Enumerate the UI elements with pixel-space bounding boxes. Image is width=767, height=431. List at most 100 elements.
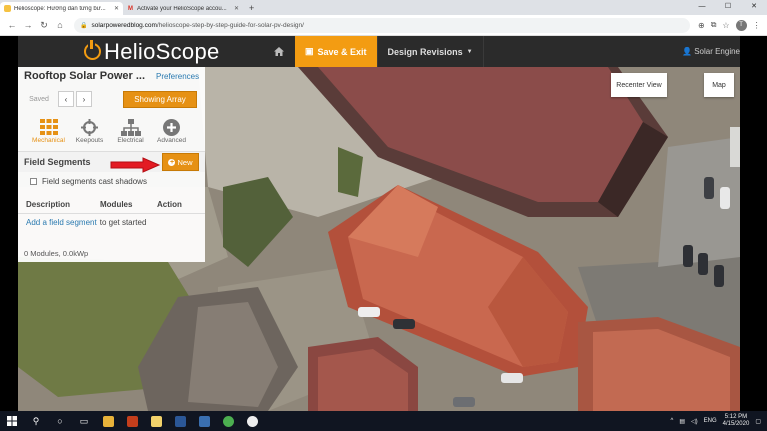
menu-kebab-icon[interactable]: ⋮ xyxy=(753,21,761,30)
search-icon[interactable]: ⚲ xyxy=(24,411,48,431)
security-app-icon[interactable] xyxy=(240,411,264,431)
tab-close-icon[interactable]: ✕ xyxy=(114,5,119,12)
cast-shadows-label: Field segments cast shadows xyxy=(42,176,147,186)
system-tray: ^ ▤ ◁) ENG 5:12 PM 4/15/2020 ▢ xyxy=(670,414,767,428)
volume-icon[interactable]: ◁) xyxy=(691,418,698,425)
tab-label: Electrical xyxy=(117,137,144,144)
reload-icon[interactable]: ↻ xyxy=(36,20,52,31)
cast-shadows-checkbox[interactable] xyxy=(30,177,37,185)
gmail-icon: M xyxy=(128,5,133,12)
chrome-icon[interactable] xyxy=(216,411,240,431)
tab-label: Keepouts xyxy=(75,137,104,144)
add-field-segment-link[interactable]: Add a field segment xyxy=(26,218,97,227)
task-switch-icon[interactable]: ▭ xyxy=(72,411,96,431)
panel-toolbar: Saved ‹ › Showing Array xyxy=(18,85,205,113)
floppy-disk-icon: ▣ xyxy=(305,46,314,56)
helioscope-header: HelioScope ▣ Save & Exit Design Revision… xyxy=(18,36,740,67)
cast-shadows-option[interactable]: Field segments cast shadows xyxy=(18,172,205,190)
home-icon xyxy=(273,47,284,56)
tab-electrical[interactable]: Electrical xyxy=(110,115,151,151)
plus-icon: + xyxy=(168,158,176,166)
notifications-icon[interactable]: ▢ xyxy=(755,418,761,425)
empty-segments-row: Add a field segment to get started xyxy=(18,214,205,230)
zoom-icon[interactable]: ⊕ xyxy=(698,21,705,30)
caret-down-icon: ▼ xyxy=(466,48,473,55)
maximize-button[interactable]: ☐ xyxy=(715,0,741,15)
bookmark-star-icon[interactable]: ☆ xyxy=(722,21,729,30)
back-arrow-icon[interactable]: ← xyxy=(4,20,20,30)
url-path: /helioscope-step-by-step-guide-for-solar… xyxy=(156,21,304,29)
file-explorer-icon[interactable] xyxy=(96,411,120,431)
close-window-button[interactable]: ✕ xyxy=(741,0,767,15)
browser-extensions: ⊕ ⧉ ☆ T ⋮ xyxy=(698,19,761,31)
network-icon[interactable]: ▤ xyxy=(679,418,685,425)
user-menu[interactable]: 👤 Solar Engine xyxy=(682,36,740,67)
modules-summary: 0 Modules, 0.0kWp xyxy=(24,248,89,258)
translate-icon[interactable]: ⧉ xyxy=(711,20,717,30)
helioscope-logo[interactable]: HelioScope xyxy=(84,39,262,65)
panel-header: Rooftop Solar Power ... Preferences xyxy=(18,67,205,85)
url-host: solarpoweredblog.com xyxy=(91,21,157,29)
plus-circle-icon xyxy=(162,118,182,136)
hierarchy-icon xyxy=(120,118,141,136)
undo-button[interactable]: ‹ xyxy=(58,91,74,107)
language-indicator[interactable]: ENG xyxy=(704,418,717,424)
tab-mechanical[interactable]: Mechanical xyxy=(28,115,69,151)
power-logo-icon xyxy=(84,40,101,60)
home-icon[interactable]: ⌂ xyxy=(52,20,68,30)
user-icon: 👤 xyxy=(681,47,692,56)
task-view-icon[interactable]: ○ xyxy=(48,411,72,431)
browser-toolbar: ← → ↻ ⌂ 🔒 solarpoweredblog.com /heliosco… xyxy=(0,15,767,36)
new-tab-button[interactable]: + xyxy=(243,2,260,15)
browser-tab-activate-account[interactable]: M Activate your HelioScope accou... ✕ xyxy=(123,2,243,15)
forward-arrow-icon[interactable]: → xyxy=(20,20,36,30)
clock-date: 4/15/2020 xyxy=(722,421,750,427)
clock-time: 5:12 PM xyxy=(724,414,748,420)
logo-text: HelioScope xyxy=(104,38,220,64)
word-icon[interactable] xyxy=(168,411,192,431)
field-segments-title: Field Segments xyxy=(24,157,91,167)
new-field-segment-button[interactable]: + New xyxy=(162,153,199,171)
windows-start-icon[interactable] xyxy=(0,411,24,431)
column-description: Description xyxy=(26,200,71,209)
tab-keepouts[interactable]: Keepouts xyxy=(69,115,110,151)
minimize-button[interactable]: — xyxy=(689,0,715,15)
tray-chevron-icon[interactable]: ^ xyxy=(670,418,673,424)
tab-close-icon[interactable]: ✕ xyxy=(234,5,239,12)
home-button[interactable] xyxy=(266,36,291,67)
window-controls: — ☐ ✕ xyxy=(689,0,767,15)
chevron-left-icon: ‹ xyxy=(64,94,68,104)
browser-tab-helioscope-guide[interactable]: Helioscope: Hướng dẫn từng bư... ✕ xyxy=(0,2,123,15)
tool-tabs: Mechanical Keepouts Electrical Advanced xyxy=(18,115,205,151)
photos-icon[interactable] xyxy=(192,411,216,431)
grid-icon xyxy=(39,118,59,136)
tab-title: Helioscope: Hướng dẫn từng bư... xyxy=(14,5,106,12)
design-revisions-dropdown[interactable]: Design Revisions ▼ xyxy=(376,36,484,67)
notes-icon[interactable] xyxy=(144,411,168,431)
windows-taskbar: ⚲ ○ ▭ ^ ▤ ◁) ENG 5:12 PM 4/15/2020 ▢ xyxy=(0,411,767,431)
profile-avatar[interactable]: T xyxy=(735,19,747,31)
project-title: Rooftop Solar Power ... xyxy=(24,70,146,82)
column-action: Action xyxy=(157,200,182,209)
browser-tab-strip: Helioscope: Hướng dẫn từng bư... ✕ M Act… xyxy=(0,0,767,15)
redo-button[interactable]: › xyxy=(76,91,92,107)
powerpoint-icon[interactable] xyxy=(120,411,144,431)
recenter-view-button[interactable]: Recenter View xyxy=(611,73,667,97)
tab-label: Mechanical xyxy=(32,137,65,144)
tab-advanced[interactable]: Advanced xyxy=(151,115,192,151)
save-exit-label: Save & Exit xyxy=(317,46,367,57)
tab-title: Activate your HelioScope accou... xyxy=(137,5,227,12)
new-label: New xyxy=(177,157,193,167)
add-field-segment-suffix: to get started xyxy=(99,217,147,227)
showing-array-button[interactable]: Showing Array xyxy=(123,90,197,108)
preferences-link[interactable]: Preferences xyxy=(156,72,199,81)
address-bar[interactable]: 🔒 solarpoweredblog.com /helioscope-step-… xyxy=(74,17,690,33)
system-clock[interactable]: 5:12 PM 4/15/2020 xyxy=(723,414,750,428)
red-arrow-annotation-icon xyxy=(110,157,161,173)
chevron-right-icon: › xyxy=(82,94,86,104)
map-type-button[interactable]: Map xyxy=(704,73,734,97)
user-name: Solar Engine xyxy=(694,47,740,56)
save-exit-button[interactable]: ▣ Save & Exit xyxy=(295,36,377,67)
column-modules: Modules xyxy=(100,200,133,209)
tab-label: Advanced xyxy=(157,137,186,144)
